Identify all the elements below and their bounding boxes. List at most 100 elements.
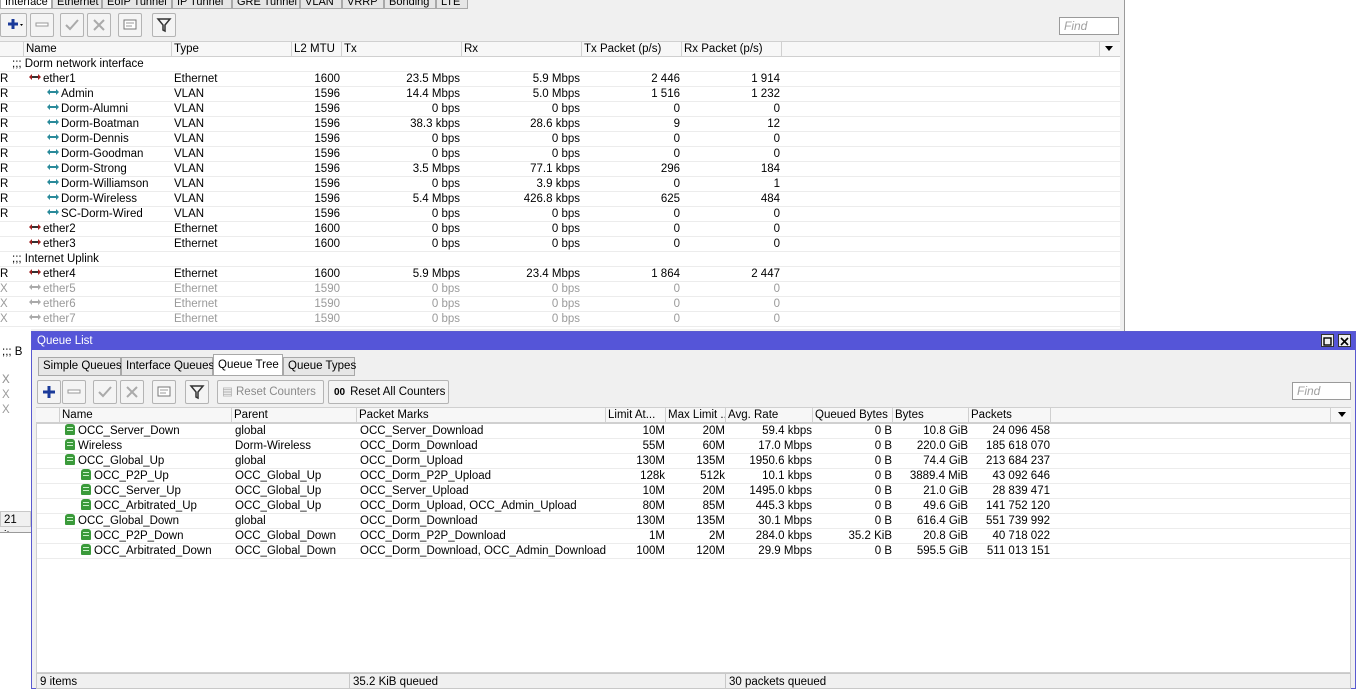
- queue-tree-row[interactable]: OCC_P2P_Up OCC_Global_Up OCC_Dorm_P2P_Uplo…: [37, 469, 1350, 484]
- header-max-limit[interactable]: Max Limit ...: [666, 408, 726, 422]
- header-limit-at[interactable]: Limit At...: [606, 408, 666, 422]
- interface-row[interactable]: Xether5 Ethernet 1590 0 bps 0 bps 0 0: [0, 282, 1120, 297]
- interface-row[interactable]: R Dorm-Goodman VLAN 1596 0 bps 0 bps 0 0: [0, 147, 1120, 162]
- interface-name: Dorm-Goodman: [44, 147, 172, 161]
- tab-gre-tunnel[interactable]: GRE Tunnel: [232, 0, 300, 9]
- header-bytes[interactable]: Bytes: [893, 408, 969, 422]
- interface-row[interactable]: ether2 Ethernet 1600 0 bps 0 bps 0 0: [0, 222, 1120, 237]
- l2-mtu: 1596: [314, 118, 340, 130]
- queue-name: OCC_Global_Up: [63, 454, 235, 468]
- filter-icon: [156, 18, 172, 33]
- header-parent[interactable]: Parent: [232, 408, 357, 422]
- tab-ethernet[interactable]: Ethernet: [52, 0, 102, 9]
- interface-row[interactable]: ether3 Ethernet 1600 0 bps 0 bps 0 0: [0, 237, 1120, 252]
- queue-tree-row[interactable]: OCC_Global_Up global OCC_Dorm_Upload 130M 13…: [37, 454, 1350, 469]
- queue-tree-row[interactable]: Wireless Dorm-Wireless OCC_Dorm_Download 55…: [37, 439, 1350, 454]
- interface-find-input[interactable]: Find: [1059, 17, 1119, 35]
- interface-row[interactable]: Rether1 Ethernet 1600 23.5 Mbps 5.9 Mbps 2 44…: [0, 72, 1120, 87]
- queue-name-label: OCC_Global_Down: [78, 515, 179, 527]
- enable-button[interactable]: [60, 13, 84, 37]
- interface-row[interactable]: Xether6 Ethernet 1590 0 bps 0 bps 0 0: [0, 297, 1120, 312]
- filter-button[interactable]: [152, 13, 176, 37]
- interface-type: Ethernet: [174, 313, 218, 325]
- header-tx-packet-p-s-[interactable]: Tx Packet (p/s): [582, 42, 682, 56]
- tab-ip-tunnel[interactable]: IP Tunnel: [172, 0, 232, 9]
- packets: 551 739 992: [986, 515, 1050, 527]
- header-packet-marks[interactable]: Packet Marks: [357, 408, 606, 422]
- interface-row[interactable]: R Dorm-Wireless VLAN 1596 5.4 Mbps 426.8 kbps…: [0, 192, 1120, 207]
- queue-tree-row[interactable]: OCC_Arbitrated_Down OCC_Global_Down OCC_Do…: [37, 544, 1350, 559]
- queue-add-button[interactable]: [37, 380, 61, 404]
- queue-filter-button[interactable]: [185, 380, 209, 404]
- interface-row[interactable]: R Dorm-Dennis VLAN 1596 0 bps 0 bps 0 0: [0, 132, 1120, 147]
- tab-bonding[interactable]: Bonding: [384, 0, 436, 9]
- tab-lte[interactable]: LTE: [436, 0, 468, 9]
- queue-tree-row[interactable]: OCC_Server_Up OCC_Global_Up OCC_Server_Upl…: [37, 484, 1350, 499]
- interface-type: Ethernet: [174, 223, 218, 235]
- column-chooser-dropdown[interactable]: [1100, 42, 1120, 56]
- packets: 213 684 237: [986, 455, 1050, 467]
- tab-queue-types[interactable]: Queue Types: [283, 357, 356, 376]
- interface-row[interactable]: Xether7 Ethernet 1590 0 bps 0 bps 0 0: [0, 312, 1120, 327]
- tab-queue-tree[interactable]: Queue Tree: [213, 354, 283, 376]
- rx-rate: 0 bps: [551, 238, 580, 250]
- tab-interface[interactable]: Interface: [0, 0, 52, 9]
- header-packets[interactable]: Packets: [969, 408, 1051, 422]
- interface-name-label: ether3: [43, 238, 76, 250]
- tab-vrrp[interactable]: VRRP: [342, 0, 384, 9]
- row-flag: X: [0, 313, 8, 325]
- interface-row[interactable]: R SC-Dorm-Wired VLAN 1596 0 bps 0 bps 0 0: [0, 207, 1120, 222]
- ethernet-icon: [29, 284, 41, 290]
- header-rx[interactable]: Rx: [462, 42, 582, 56]
- queue-tree-row[interactable]: OCC_P2P_Down OCC_Global_Down OCC_Dorm_P2P_…: [37, 529, 1350, 544]
- header-type[interactable]: Type: [172, 42, 292, 56]
- maximize-button[interactable]: [1321, 334, 1334, 347]
- queue-table: OCC_Server_Down global OCC_Server_Download…: [36, 423, 1351, 673]
- header-avg-rate[interactable]: Avg. Rate: [726, 408, 813, 422]
- remove-button[interactable]: [30, 13, 54, 37]
- queue-tree-row[interactable]: OCC_Server_Down global OCC_Server_Download…: [37, 424, 1350, 439]
- header-queued-bytes[interactable]: Queued Bytes: [813, 408, 893, 422]
- reset-all-counters-button[interactable]: 00 Reset All Counters: [328, 380, 449, 404]
- packets: 40 718 022: [992, 530, 1050, 542]
- interface-name: Dorm-Williamson: [44, 177, 172, 191]
- disable-button[interactable]: [87, 13, 111, 37]
- row-flag: R: [0, 163, 9, 175]
- header-name[interactable]: Name: [24, 42, 172, 56]
- reset-counters-button[interactable]: ▤ Reset Counters: [217, 380, 324, 404]
- interface-row[interactable]: R Dorm-Williamson VLAN 1596 0 bps 3.9 kbps 0 1: [0, 177, 1120, 192]
- interface-row[interactable]: Rether4 Ethernet 1600 5.9 Mbps 23.4 Mbps 1 86…: [0, 267, 1120, 282]
- interface-row[interactable]: R Dorm-Boatman VLAN 1596 38.3 kbps 28.6 kbps 9…: [0, 117, 1120, 132]
- hidden-row-mark: ;;; B: [2, 346, 23, 358]
- queue-remove-button[interactable]: [62, 380, 86, 404]
- packet-marks: OCC_Dorm_Download: [360, 515, 478, 527]
- limit-at: 10M: [642, 425, 665, 437]
- header-name[interactable]: Name: [60, 408, 232, 422]
- avg-rate: 1950.6 kbps: [749, 455, 812, 467]
- queue-disable-button[interactable]: [120, 380, 144, 404]
- tab-eoip-tunnel[interactable]: EoIP Tunnel: [102, 0, 172, 9]
- tab-interface-queues[interactable]: Interface Queues: [121, 357, 214, 376]
- tx-rate: 23.5 Mbps: [406, 73, 460, 85]
- tab-vlan[interactable]: VLAN: [300, 0, 342, 9]
- queue-find-input[interactable]: Find: [1292, 382, 1351, 400]
- interface-row[interactable]: R Admin VLAN 1596 14.4 Mbps 5.0 Mbps 1 516 1 23…: [0, 87, 1120, 102]
- queue-tree-row[interactable]: OCC_Arbitrated_Up OCC_Global_Up OCC_Dorm_U…: [37, 499, 1350, 514]
- add-button[interactable]: [0, 13, 27, 37]
- interface-row[interactable]: R Dorm-Alumni VLAN 1596 0 bps 0 bps 0 0: [0, 102, 1120, 117]
- column-chooser-dropdown[interactable]: [1333, 408, 1351, 422]
- interface-row[interactable]: R Dorm-Strong VLAN 1596 3.5 Mbps 77.1 kbps 296…: [0, 162, 1120, 177]
- header-rx-packet-p-s-[interactable]: Rx Packet (p/s): [682, 42, 782, 56]
- comment-button[interactable]: [118, 13, 142, 37]
- queue-tree-row[interactable]: OCC_Global_Down global OCC_Dorm_Download 13…: [37, 514, 1350, 529]
- tab-simple-queues[interactable]: Simple Queues: [38, 357, 122, 376]
- close-button[interactable]: [1338, 334, 1351, 347]
- header-flag-column: [0, 42, 24, 56]
- header-l2-mtu[interactable]: L2 MTU: [292, 42, 342, 56]
- queue-enable-button[interactable]: [93, 380, 117, 404]
- row-flag: [0, 237, 12, 251]
- interface-name-label: Dorm-Dennis: [61, 133, 129, 145]
- header-tx[interactable]: Tx: [342, 42, 462, 56]
- interface-name-label: Dorm-Wireless: [61, 193, 138, 205]
- queue-comment-button[interactable]: [152, 380, 176, 404]
